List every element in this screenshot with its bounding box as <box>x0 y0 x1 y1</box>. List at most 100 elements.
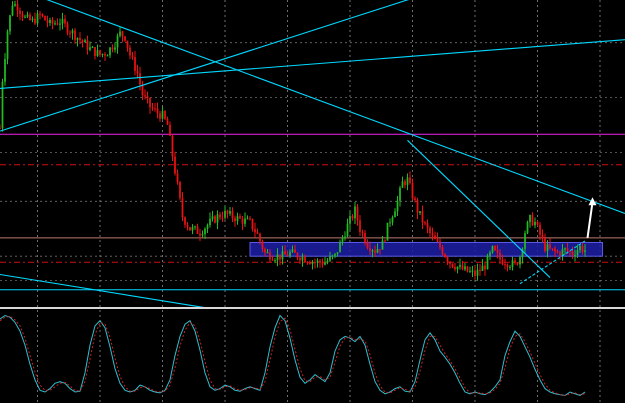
candle-body-bull <box>59 23 61 25</box>
candle-body-bear <box>559 252 561 256</box>
candle-body-bull <box>274 260 276 262</box>
candle-body-bull <box>394 211 396 218</box>
candle-body-bull <box>106 55 109 57</box>
candle-body-bull <box>301 256 304 261</box>
candle-body-bull <box>216 214 219 223</box>
candle-body-bear <box>421 211 424 223</box>
candle-body-bear <box>581 245 584 252</box>
candle-body-bull <box>89 47 91 50</box>
candle-body-bull <box>116 35 119 48</box>
candle-body-bear <box>56 23 59 25</box>
candle-body-bear <box>374 250 376 253</box>
candle-body-bull <box>11 5 14 16</box>
candle-body-bear <box>196 226 199 234</box>
candle-body-bull <box>406 177 409 186</box>
candle-body-bear <box>189 227 191 231</box>
candle-body-bear <box>269 252 271 260</box>
candle-body-bear <box>364 232 366 243</box>
candle-body-bear <box>131 55 134 58</box>
candle-body-bear <box>159 113 161 119</box>
candle-body-bear <box>184 217 186 225</box>
candle-body-bear <box>549 244 551 249</box>
candle-body-bear <box>44 16 46 21</box>
candle-body-bear <box>431 233 434 236</box>
candle-body-bull <box>456 266 459 270</box>
candle-body-bull <box>389 222 391 224</box>
candle-body-bear <box>366 242 369 248</box>
candle-body-bull <box>114 47 116 50</box>
candle-body-bull <box>224 210 226 218</box>
candle-body-bear <box>551 248 554 250</box>
candle-body-bull <box>24 16 26 18</box>
candle-body-bear <box>199 233 201 236</box>
candle-body-bear <box>186 224 189 228</box>
candle-body-bear <box>214 216 216 223</box>
candle-body-bull <box>419 211 421 213</box>
candle-body-bull <box>561 249 564 256</box>
candle-body-bull <box>109 47 111 56</box>
candle-body-bull <box>194 226 196 228</box>
candle-body-bear <box>496 250 499 253</box>
candle-body-bear <box>516 262 519 265</box>
candle-body-bull <box>459 265 461 267</box>
candle-body-bear <box>554 248 556 252</box>
candle-body-bull <box>344 236 346 238</box>
candle-body-bull <box>201 234 204 236</box>
candle-body-bear <box>479 269 481 271</box>
candle-body-bear <box>296 252 299 258</box>
candle-body-bear <box>544 238 546 251</box>
candle-body-bear <box>111 47 114 50</box>
candle-body-bull <box>524 233 526 249</box>
candle-body-bear <box>321 262 324 265</box>
candle-body-bear <box>149 97 151 108</box>
candle-body-bull <box>4 59 6 82</box>
candle-body-bear <box>474 270 476 276</box>
candle-body-bull <box>211 216 214 219</box>
candle-body-bull <box>276 254 279 261</box>
candle-body-bear <box>29 14 31 20</box>
candle-body-bear <box>0 128 1 130</box>
candle-body-bull <box>9 15 11 32</box>
candle-body-bull <box>486 255 489 270</box>
candle-body-bear <box>444 254 446 258</box>
candle-body-bear <box>271 259 274 261</box>
candle-body-bull <box>349 216 351 224</box>
candle-body-bear <box>299 257 301 261</box>
candle-body-bear <box>174 156 176 174</box>
candle-body-bear <box>309 262 311 265</box>
candle-body-bear <box>384 240 386 242</box>
candle-body-bear <box>154 108 156 110</box>
candle-body-bull <box>529 214 531 223</box>
candle-body-bull <box>579 245 581 251</box>
candle-body-bull <box>584 250 586 252</box>
candle-body-bear <box>164 111 166 119</box>
candle-body-bear <box>409 177 411 183</box>
candle-body-bull <box>316 260 319 263</box>
candle-body-bear <box>139 73 141 85</box>
candle-body-bull <box>336 252 339 254</box>
candle-body-bear <box>226 210 229 214</box>
candle-body-bull <box>101 53 104 55</box>
candle-body-bull <box>401 181 404 188</box>
candle-body-bull <box>381 240 384 250</box>
candle-body-bear <box>449 261 451 264</box>
candle-body-bull <box>31 18 34 20</box>
candle-body-bull <box>6 31 9 60</box>
candle-body-bull <box>511 260 514 268</box>
candle-body-bear <box>571 251 574 256</box>
candle-body-bull <box>291 249 294 252</box>
candle-body-bull <box>329 256 331 261</box>
candle-body-bear <box>221 217 224 219</box>
candle-body-bear <box>514 260 516 263</box>
candle-body-bear <box>369 247 371 251</box>
candle-body-bear <box>539 224 541 235</box>
candle-body-bear <box>104 53 106 56</box>
candle-body-bear <box>176 173 179 183</box>
candle-body-bear <box>434 235 436 240</box>
candle-body-bear <box>484 265 486 270</box>
candle-body-bear <box>156 108 159 114</box>
candle-body-bear <box>359 220 361 232</box>
candle-body-bull <box>324 262 326 265</box>
candle-body-bull <box>266 252 269 254</box>
candle-body-bear <box>34 18 36 24</box>
